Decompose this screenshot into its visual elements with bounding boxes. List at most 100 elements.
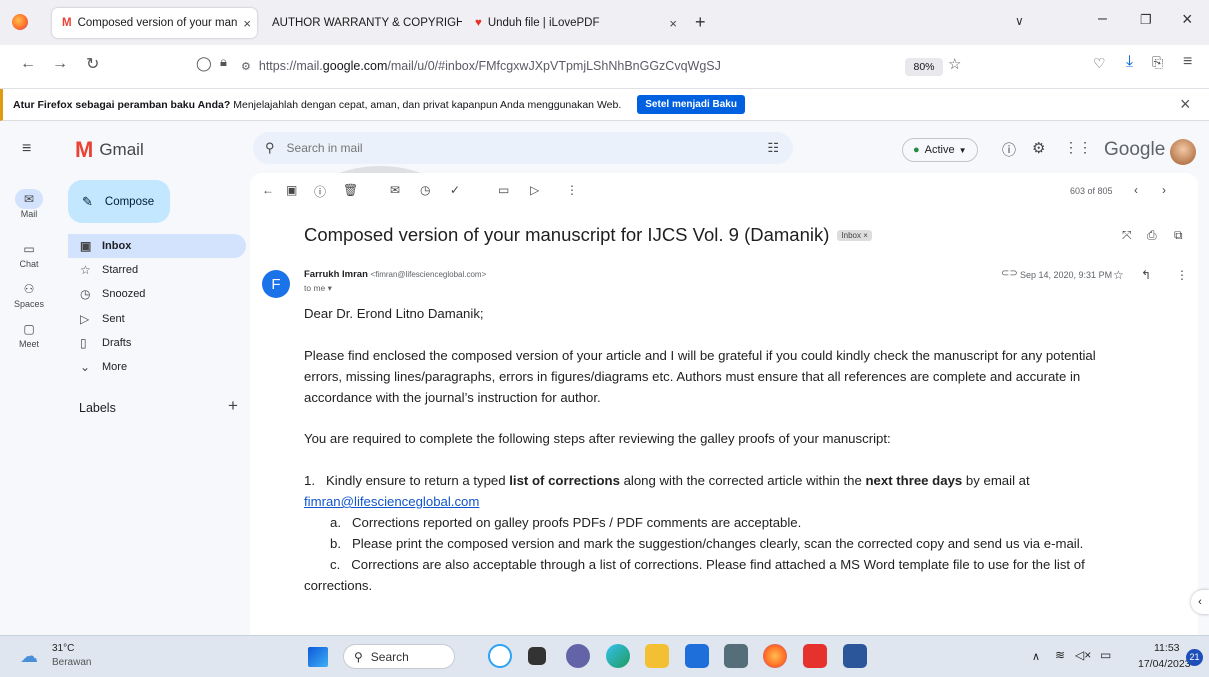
pocket-icon[interactable]: ♡	[1093, 55, 1106, 72]
back-icon[interactable]: ←	[20, 55, 36, 73]
weather-cloud-icon[interactable]: ☁	[20, 646, 38, 667]
help-icon[interactable]: ⓘ	[1002, 140, 1016, 160]
camera-icon[interactable]	[724, 644, 748, 668]
nav-inbox[interactable]: ▣ Inbox	[68, 234, 246, 258]
extensions-icon[interactable]: ⎘	[1152, 54, 1163, 71]
rail-label: Chat	[19, 259, 39, 269]
volume-muted-icon[interactable]: ◁×	[1075, 648, 1091, 662]
compose-button[interactable]: ✎ Compose	[68, 180, 170, 223]
clock-time[interactable]: 11:53	[1154, 642, 1180, 654]
task-view-icon[interactable]	[528, 647, 546, 665]
more-options-icon[interactable]: ⋮	[566, 183, 578, 197]
newer-icon[interactable]: ‹	[1134, 183, 1138, 197]
close-tab-icon[interactable]: ×	[237, 16, 251, 31]
reload-icon[interactable]: ↻	[86, 54, 99, 74]
mail-app-icon[interactable]	[685, 644, 709, 668]
nav-drafts[interactable]: ▯ Drafts	[68, 331, 246, 355]
close-window-icon[interactable]: ×	[1182, 9, 1193, 30]
close-tab-icon[interactable]: ×	[663, 16, 677, 31]
report-spam-icon[interactable]: ⓘ	[314, 183, 326, 200]
new-tab-button[interactable]: +	[695, 12, 706, 33]
search-icon[interactable]: ⚲	[265, 140, 275, 156]
tab-ilovepdf[interactable]: ♥ Unduh file | iLovePDF ×	[465, 8, 687, 38]
gmail-logo[interactable]: M Gmail	[75, 137, 144, 163]
nav-sent[interactable]: ▷ Sent	[68, 307, 246, 331]
sender-email: <fimran@lifescienceglobal.com>	[370, 270, 487, 279]
add-label-icon[interactable]: +	[228, 396, 238, 416]
zoom-level[interactable]: 80%	[905, 58, 943, 76]
move-to-icon[interactable]: ▭	[498, 183, 509, 197]
set-default-button[interactable]: Setel menjadi Baku	[637, 95, 745, 114]
taskbar-search[interactable]: ⚲ Search	[343, 644, 455, 669]
taskbar-search-label: Search	[370, 649, 409, 664]
rail-meet[interactable]: ▢ Meet	[0, 319, 58, 349]
teams-chat-icon[interactable]	[566, 644, 590, 668]
apps-grid-icon[interactable]: ⋮⋮	[1064, 139, 1092, 156]
nav-more[interactable]: ⌄ More	[68, 355, 246, 379]
firefox-logo-icon[interactable]	[12, 14, 28, 30]
url-bar[interactable]: ⚙ https://mail. google.com/mail/u/0/#inbo…	[225, 50, 965, 82]
restore-icon[interactable]: ❐	[1140, 12, 1152, 28]
rail-chat[interactable]: ▭ Chat	[0, 239, 58, 269]
reply-icon[interactable]: ↰	[1141, 268, 1151, 282]
star-email-icon[interactable]: ☆	[1113, 268, 1124, 282]
permissions-icon[interactable]: ⚙	[241, 60, 251, 73]
tracking-shield-icon[interactable]: ◯	[196, 55, 212, 72]
search-options-icon[interactable]: ☷	[767, 140, 779, 156]
recipient-dropdown[interactable]: to me ▾	[304, 283, 332, 294]
mark-unread-icon[interactable]: ✉	[390, 183, 400, 197]
firefox-taskbar-icon[interactable]	[763, 644, 787, 668]
search-input[interactable]: Search in mail	[287, 141, 363, 155]
bing-icon[interactable]	[488, 644, 512, 668]
snooze-icon[interactable]: ◷	[420, 183, 430, 197]
meet-icon: ▢	[23, 322, 35, 336]
back-to-inbox-icon[interactable]: ←	[262, 183, 274, 197]
start-windows-icon[interactable]	[308, 647, 328, 667]
nav-starred[interactable]: ☆ Starred	[68, 258, 246, 282]
email-link[interactable]: fimran@lifescienceglobal.com	[304, 494, 479, 509]
battery-icon[interactable]: ▭	[1100, 648, 1111, 662]
close-infobar-icon[interactable]: ×	[1180, 94, 1191, 115]
add-task-icon[interactable]: ✓	[450, 183, 460, 197]
sender-name[interactable]: Farrukh Imran	[304, 269, 368, 280]
clock-date[interactable]: 17/04/2023	[1138, 658, 1191, 670]
inbox-label-badge[interactable]: Inbox ×	[837, 229, 872, 241]
menu-icon[interactable]: ≡	[1183, 53, 1192, 71]
word-icon[interactable]	[843, 644, 867, 668]
default-browser-infobar: Atur Firefox sebagai peramban baku Anda?…	[0, 89, 1209, 121]
minimize-icon[interactable]: –	[1098, 10, 1107, 28]
forward-icon[interactable]: →	[52, 55, 68, 73]
wifi-icon[interactable]: ≋	[1055, 648, 1065, 662]
side-panel-toggle-icon[interactable]: ‹	[1191, 590, 1209, 614]
message-more-icon[interactable]: ⋮	[1176, 268, 1188, 282]
search-bar[interactable]: ⚲ Search in mail ☷	[253, 132, 793, 164]
sender-avatar[interactable]: F	[262, 270, 290, 298]
tab-composed-version[interactable]: M Composed version of your man ×	[52, 8, 257, 38]
settings-gear-icon[interactable]: ⚙	[1032, 139, 1045, 157]
open-new-window-icon[interactable]: ⧉	[1174, 228, 1183, 243]
older-icon[interactable]: ›	[1162, 183, 1166, 197]
nav-snoozed[interactable]: ◷ Snoozed	[68, 282, 246, 306]
bookmark-star-icon[interactable]: ☆	[948, 55, 961, 73]
label-icon[interactable]: ▷	[530, 183, 539, 197]
delete-icon[interactable]: 🗑︎	[343, 183, 358, 197]
nav-label: Sent	[102, 313, 125, 325]
tab-author-warranty[interactable]: AUTHOR WARRANTY & COPYRIGHT ×	[262, 8, 462, 38]
list-tabs-icon[interactable]: ∨	[1015, 14, 1024, 28]
expand-all-icon[interactable]: ⤧	[1122, 228, 1132, 243]
edge-icon[interactable]	[606, 644, 630, 668]
file-explorer-icon[interactable]	[645, 644, 669, 668]
status-selector[interactable]: ● Active ▼	[902, 138, 978, 162]
archive-icon[interactable]: ▣	[286, 183, 297, 197]
downloads-icon[interactable]: ⤓	[1126, 53, 1133, 71]
print-icon[interactable]: ⎙	[1147, 228, 1157, 243]
step1-prefix: 1. Kindly ensure to return a typed	[304, 473, 510, 488]
rail-spaces[interactable]: ⚇ Spaces	[0, 279, 58, 309]
avatar[interactable]	[1170, 139, 1196, 165]
nav-label: Drafts	[102, 337, 132, 349]
notification-badge[interactable]: 21	[1186, 649, 1203, 666]
google-account-brand[interactable]: Google	[1104, 139, 1165, 161]
rail-mail[interactable]: ✉ Mail	[0, 189, 58, 219]
tray-overflow-icon[interactable]: ∧	[1032, 650, 1040, 663]
pdf-app-icon[interactable]	[803, 644, 827, 668]
